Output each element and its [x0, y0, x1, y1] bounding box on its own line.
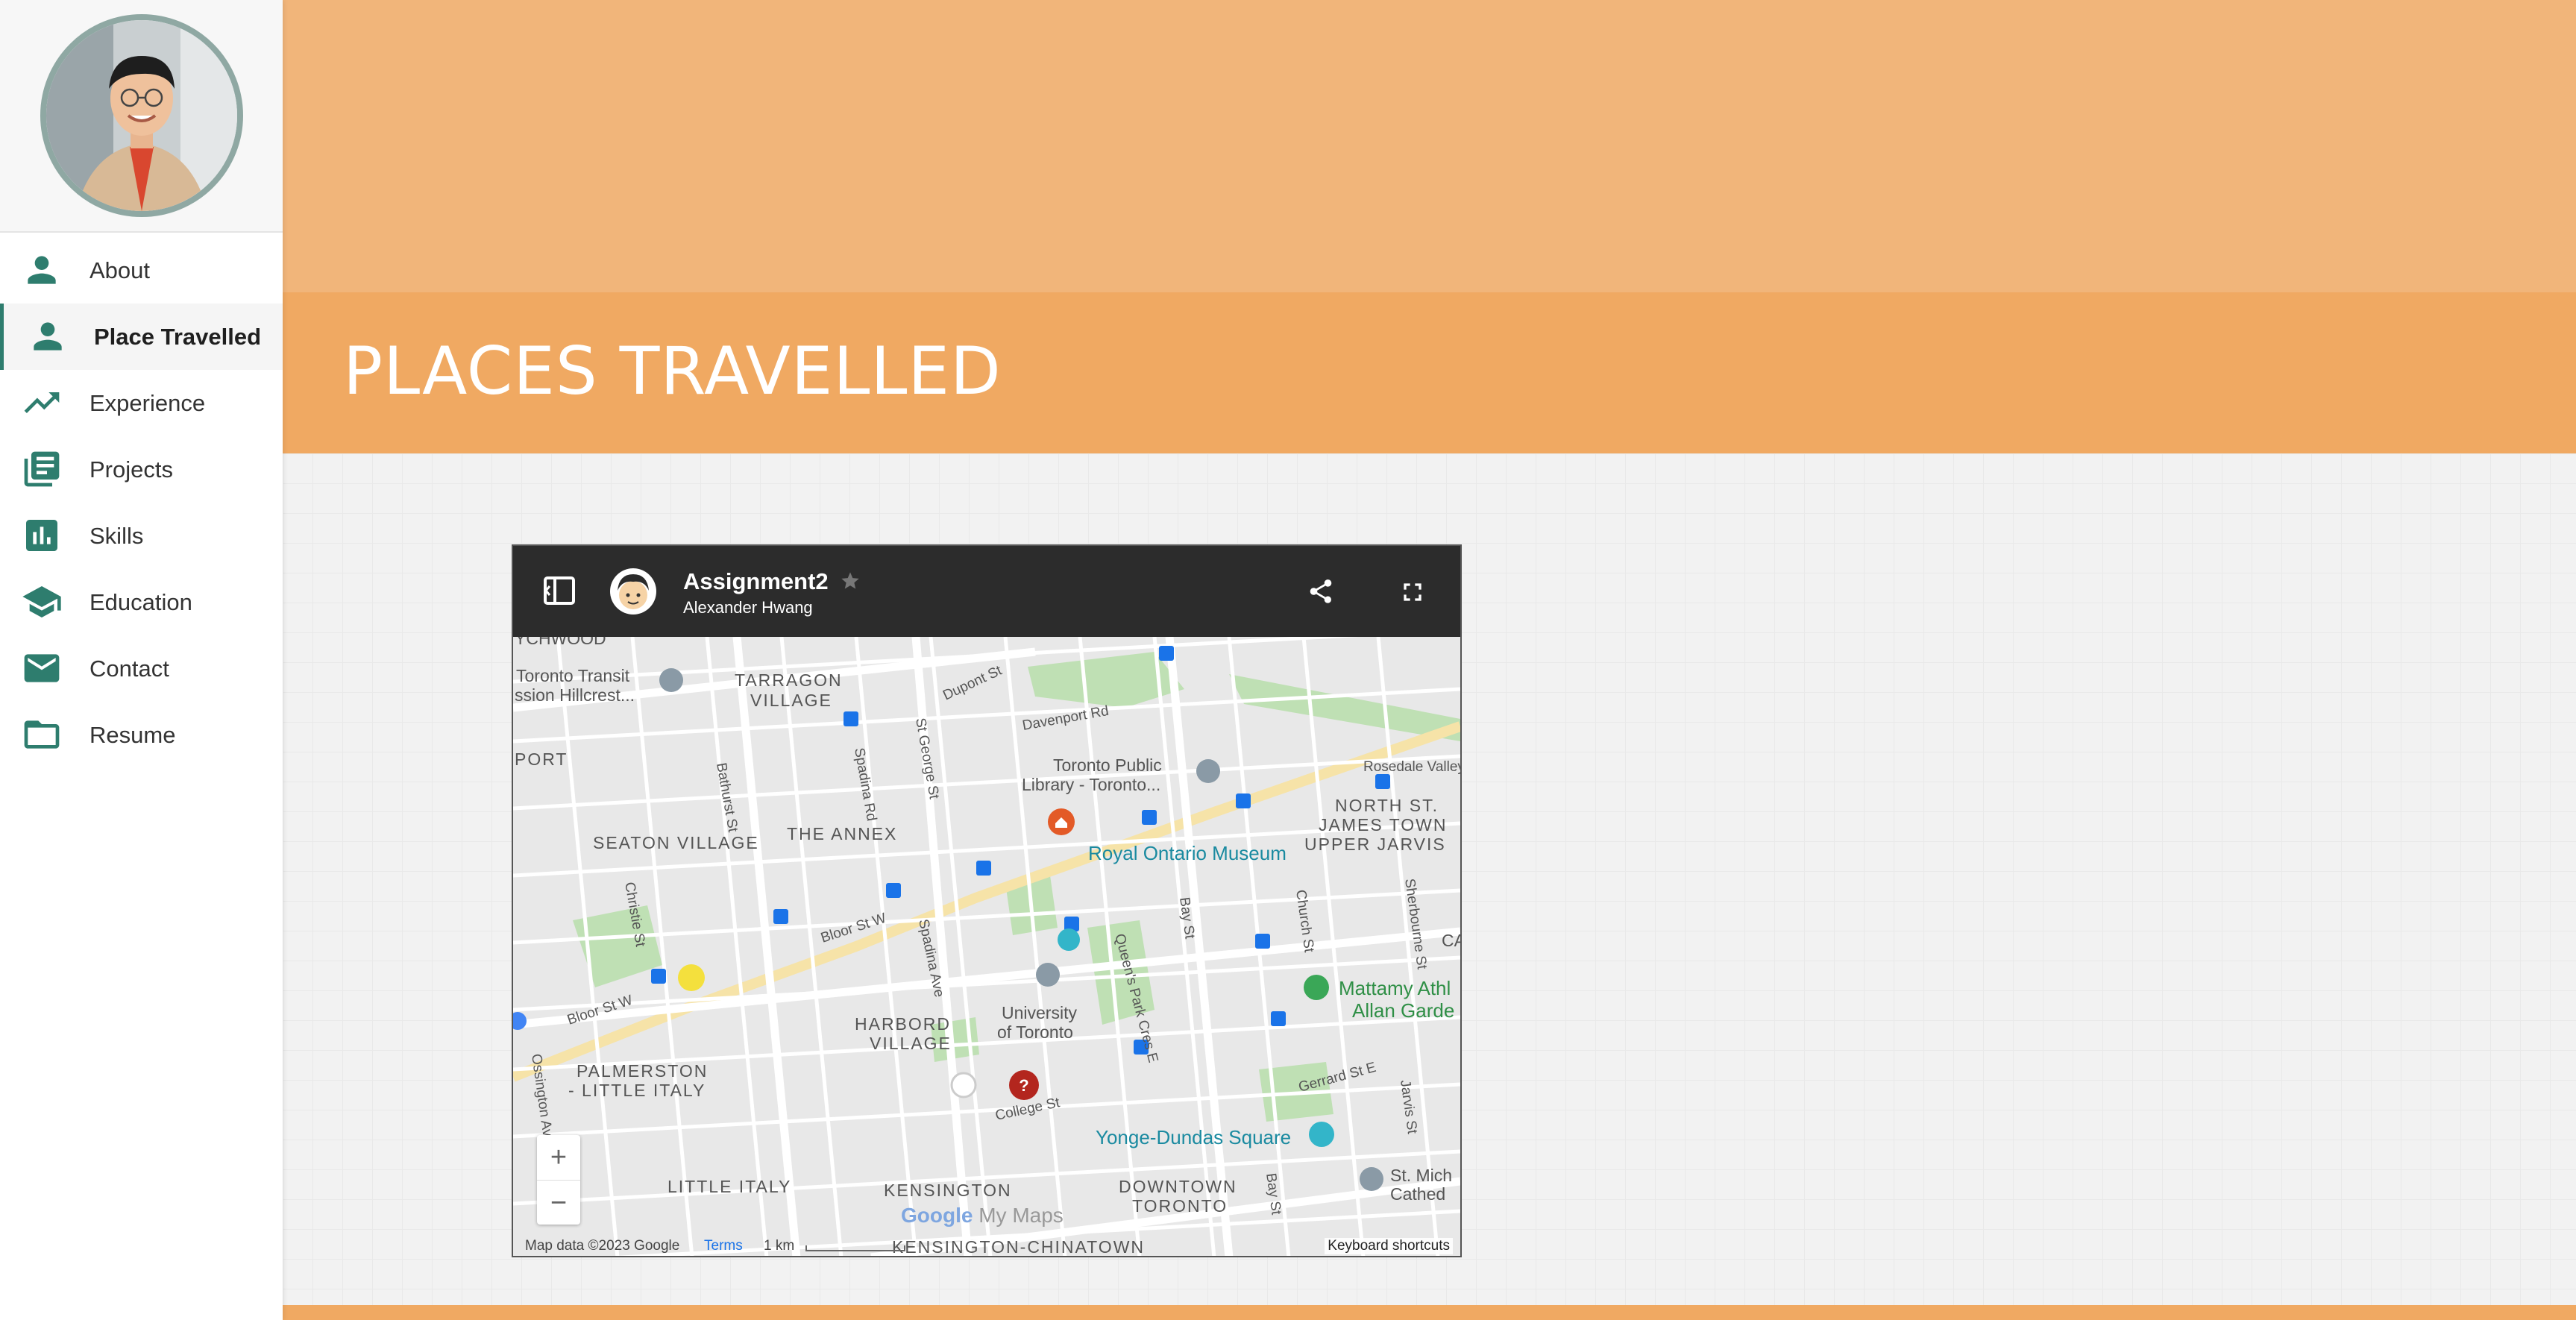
map-label: PALMERSTON — [577, 1061, 708, 1081]
email-icon — [24, 654, 60, 682]
map-label: of Toronto — [997, 1022, 1073, 1042]
nav-item-resume[interactable]: Resume — [0, 702, 283, 768]
map-title: Assignment2 — [683, 568, 829, 594]
nav-item-projects[interactable]: Projects — [0, 436, 283, 503]
map-label: DOWNTOWN — [1119, 1177, 1237, 1196]
nav-item-experience[interactable]: Experience — [0, 370, 283, 436]
star-icon[interactable] — [840, 571, 861, 591]
trending-up-icon — [24, 392, 60, 413]
map-label: UPPER JARVIS — [1304, 835, 1446, 854]
nav-item-place-travelled[interactable]: Place Travelled — [0, 304, 283, 370]
map-label: SEATON VILLAGE — [593, 833, 759, 852]
map-label: CA — [1442, 931, 1460, 950]
map-label: KENSINGTON — [884, 1181, 1012, 1200]
museum-pin-icon[interactable] — [1058, 928, 1080, 951]
nav-item-label: Skills — [89, 522, 144, 549]
landmark-pin-icon[interactable] — [1309, 1122, 1334, 1147]
map-label: Toronto Transit — [516, 666, 630, 685]
zoom-out-button[interactable]: − — [537, 1180, 580, 1225]
bar-chart-icon — [26, 520, 57, 551]
avatar-section — [0, 0, 283, 233]
map-label: NORTH ST. — [1335, 796, 1439, 815]
map-label: - LITTLE ITALY — [568, 1081, 706, 1100]
zoom-in-button[interactable]: + — [537, 1135, 580, 1180]
map-label: Cathed — [1390, 1184, 1445, 1204]
library-books-icon — [24, 451, 60, 487]
map-author: Alexander Hwang — [683, 598, 813, 617]
nav-item-about[interactable]: About — [0, 237, 283, 304]
person-icon — [34, 322, 62, 351]
map-owner-avatar — [610, 568, 656, 615]
map-label: HARBORD — [855, 1014, 951, 1034]
location-dot — [950, 1072, 977, 1099]
map-label: LITTLE ITALY — [667, 1177, 791, 1196]
school-icon — [22, 586, 61, 617]
fullscreen-icon[interactable] — [1398, 577, 1427, 607]
folder-icon — [24, 720, 60, 749]
footer-bar — [283, 1305, 2576, 1320]
nav-item-label: Resume — [89, 721, 176, 748]
nav-item-contact[interactable]: Contact — [0, 635, 283, 702]
map-label: Allan Garde — [1352, 999, 1454, 1022]
map-embed[interactable]: Assignment2 Alexander Hwang ? YCHWOOD TA… — [512, 544, 1462, 1257]
avatar — [40, 14, 243, 217]
map-label: VILLAGE — [870, 1034, 952, 1053]
nav-item-education[interactable]: Education — [0, 569, 283, 635]
google-logo: Google — [901, 1204, 973, 1227]
nav-item-label: Education — [89, 588, 192, 615]
map-label: St. Mich — [1390, 1166, 1452, 1185]
hero-banner — [283, 0, 2576, 292]
map-label: ssion Hillcrest... — [515, 685, 635, 705]
mymaps-label: My Maps — [978, 1204, 1064, 1227]
map-scale-bar — [805, 1245, 905, 1251]
map-canvas[interactable]: ? YCHWOOD TARRAGON VILLAGE Toronto Trans… — [513, 637, 1460, 1257]
map-label: Mattamy Athl — [1339, 977, 1451, 999]
person-icon — [28, 256, 56, 284]
keyboard-shortcuts-link[interactable]: Keyboard shortcuts — [1325, 1238, 1453, 1254]
nav-item-label: Projects — [89, 456, 173, 483]
question-mark-glyph: ? — [1019, 1076, 1028, 1095]
sidebar-nav: About Place Travelled Experience Project… — [0, 237, 283, 768]
nav-item-skills[interactable]: Skills — [0, 503, 283, 569]
map-label: Royal Ontario Museum — [1088, 842, 1287, 864]
toggle-legend-icon[interactable] — [543, 576, 576, 606]
nav-item-label: Experience — [89, 389, 206, 416]
nav-item-label: About — [89, 257, 151, 283]
zoom-control: + − — [537, 1135, 580, 1225]
map-label: VILLAGE — [750, 691, 832, 710]
cocktail-pin-icon[interactable] — [678, 964, 705, 991]
nav-item-label: Contact — [89, 655, 169, 682]
map-label: TORONTO — [1132, 1196, 1228, 1216]
share-icon[interactable] — [1307, 577, 1335, 606]
map-footer: Map data ©2023 Google Terms 1 km Keyboar… — [513, 1235, 1460, 1256]
map-label: YCHWOOD — [515, 637, 606, 648]
green-pin-icon[interactable] — [1304, 975, 1329, 1000]
map-label: Library - Toronto... — [1022, 775, 1160, 794]
map-label: University — [1002, 1003, 1077, 1022]
map-label: TARRAGON — [735, 670, 843, 690]
map-label: PORT — [515, 749, 568, 769]
map-label: THE ANNEX — [787, 824, 897, 843]
map-label: JAMES TOWN — [1319, 815, 1448, 835]
nav-item-label: Place Travelled — [94, 323, 262, 350]
sidebar: About Place Travelled Experience Project… — [0, 0, 283, 1320]
map-label: Toronto Public — [1053, 755, 1162, 775]
map-label: Rosedale Valley — [1363, 759, 1460, 775]
page-title: PLACES TRAVELLED — [343, 333, 1002, 409]
map-label: Yonge-Dundas Square — [1096, 1126, 1291, 1148]
map-branding: Google My Maps — [901, 1204, 1064, 1228]
map-header: Assignment2 Alexander Hwang — [513, 546, 1460, 637]
terms-link[interactable]: Terms — [704, 1238, 743, 1254]
map-data-credit: Map data ©2023 Google — [525, 1238, 680, 1254]
map-scale-label: 1 km — [764, 1238, 795, 1254]
